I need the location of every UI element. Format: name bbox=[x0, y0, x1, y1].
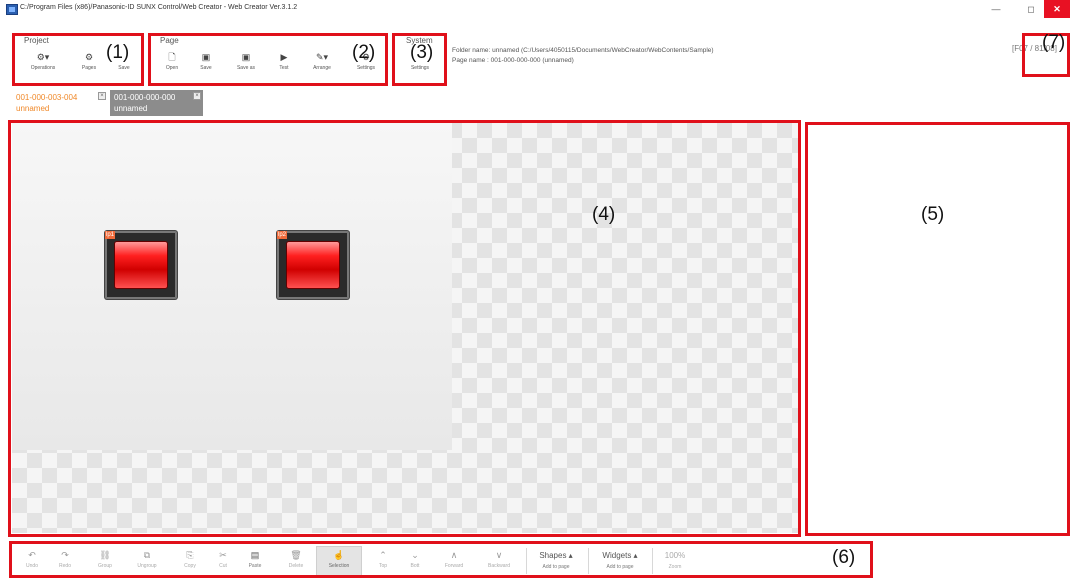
callout-label-3: (3) bbox=[410, 42, 434, 63]
page-tab-name: unnamed bbox=[16, 104, 50, 113]
callout-label-1: (1) bbox=[106, 42, 130, 63]
callout-label-6: (6) bbox=[832, 547, 856, 568]
page-tab-name: unnamed bbox=[114, 104, 148, 113]
close-button[interactable]: ✕ bbox=[1044, 0, 1070, 18]
page-name: Page name : 001-000-000-000 (unnamed) bbox=[452, 57, 574, 64]
page-tab[interactable]: 001-000-003-004 unnamed × bbox=[12, 90, 108, 116]
page-tab-active[interactable]: 001-000-000-000 unnamed × bbox=[110, 90, 203, 116]
page-info: Folder name: unnamed (C:/Users/4050115/D… bbox=[452, 46, 714, 66]
tab-close-icon[interactable]: × bbox=[98, 92, 106, 100]
callout-box-4 bbox=[8, 120, 801, 537]
callout-label-5: (5) bbox=[921, 204, 945, 225]
minimize-button[interactable]: — bbox=[985, 0, 1007, 18]
maximize-button[interactable]: ◻ bbox=[1020, 0, 1042, 18]
tab-close-icon[interactable]: × bbox=[193, 92, 201, 100]
title-bar: C:/Program Files (x86)/Panasonic-ID SUNX… bbox=[0, 0, 1070, 20]
folder-name: Folder name: unnamed (C:/Users/4050115/D… bbox=[452, 47, 714, 54]
window-title: C:/Program Files (x86)/Panasonic-ID SUNX… bbox=[20, 4, 298, 11]
callout-label-4: (4) bbox=[592, 204, 616, 225]
callout-box-5 bbox=[805, 122, 1070, 536]
page-tab-id: 001-000-003-004 bbox=[16, 93, 78, 102]
callout-box-6 bbox=[9, 541, 873, 578]
page-tab-id: 001-000-000-000 bbox=[114, 93, 176, 102]
app-icon bbox=[6, 4, 18, 15]
callout-label-7: (7) bbox=[1042, 32, 1066, 53]
callout-label-2: (2) bbox=[352, 42, 376, 63]
